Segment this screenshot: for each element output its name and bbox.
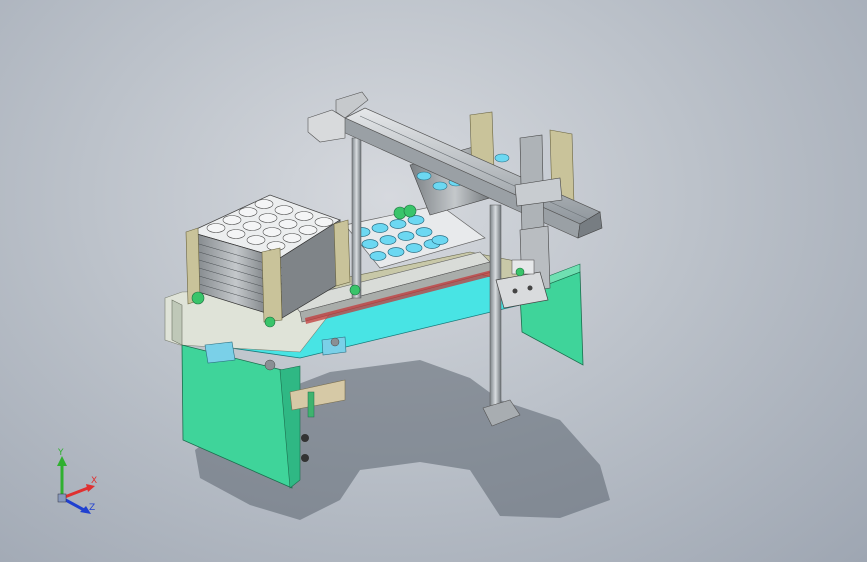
graphics-viewport[interactable]: Y X Z xyxy=(0,0,867,562)
triad-z-label: Z xyxy=(89,503,95,513)
coordinate-triad[interactable]: Y X Z xyxy=(57,448,97,514)
gantry-column-left[interactable] xyxy=(351,137,362,299)
gantry-column-right[interactable] xyxy=(489,204,502,416)
triad-y-label: Y xyxy=(57,448,64,458)
triad-x-label: X xyxy=(91,476,97,486)
model-view[interactable]: Y X Z xyxy=(0,0,867,562)
gantry-motor-left[interactable] xyxy=(307,109,346,143)
